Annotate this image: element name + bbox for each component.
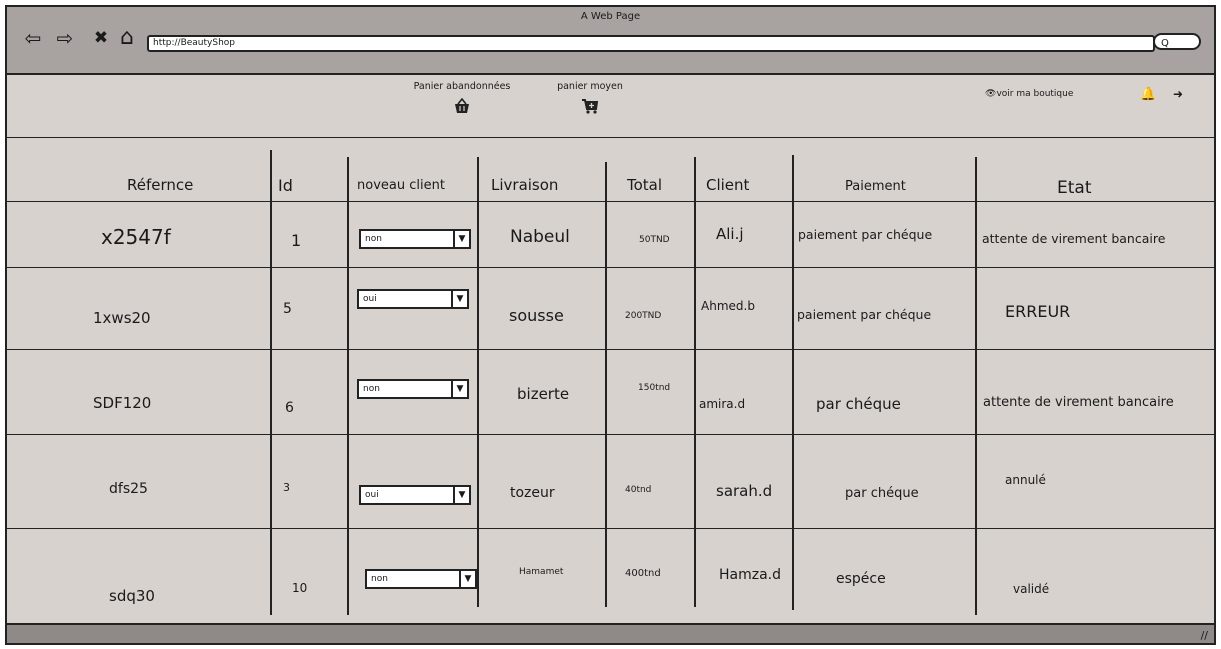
row4-new-client-select[interactable]: oui ▼ [359, 485, 471, 505]
search-icon[interactable]: Q [1153, 33, 1201, 50]
close-icon[interactable]: ✖ [89, 27, 113, 49]
row1-reference: x2547f [101, 225, 171, 249]
average-cart-tool[interactable]: panier moyen [545, 81, 635, 118]
chevron-down-icon: ▼ [453, 231, 469, 247]
row4-reference: dfs25 [109, 481, 148, 497]
row5-id: 10 [292, 581, 308, 595]
row2-reference: 1xws20 [93, 309, 151, 327]
row3-new-client-select[interactable]: non ▼ [357, 379, 469, 399]
column-divider [477, 157, 479, 607]
row3-id: 6 [285, 400, 294, 416]
header-status: Etat [1057, 178, 1092, 198]
row1-new-client-select[interactable]: non ▼ [359, 229, 471, 249]
row3-total: 150tnd [638, 383, 671, 393]
row2-new-client-select[interactable]: oui ▼ [357, 289, 469, 309]
chevron-down-icon: ▼ [459, 571, 475, 587]
row5-payment: espéce [836, 571, 886, 587]
row1-new-client-value: non [365, 234, 382, 244]
row3-new-client-value: non [363, 384, 380, 394]
table-divider [7, 434, 1216, 435]
bell-icon[interactable]: 🔔 [1140, 87, 1156, 102]
cart-plus-icon [545, 98, 635, 118]
row1-payment: paiement par chéque [798, 227, 933, 242]
view-shop-link[interactable]: 👁voir ma boutique [985, 89, 1073, 99]
table-divider [7, 267, 1216, 268]
row4-total: 40tnd [625, 485, 652, 495]
row1-client: Ali.j [716, 225, 744, 243]
row2-id: 5 [283, 301, 292, 317]
chevron-down-icon: ▼ [451, 381, 467, 397]
row2-delivery: sousse [509, 306, 564, 325]
status-bar: // [7, 623, 1214, 643]
eye-icon: 👁 [985, 89, 997, 99]
column-divider [694, 157, 696, 607]
column-divider [975, 157, 977, 615]
address-bar[interactable]: http://BeautyShop [147, 35, 1155, 52]
chevron-down-icon: ▼ [451, 291, 467, 307]
row5-new-client-value: non [371, 574, 388, 584]
logout-icon[interactable]: ➜ [1173, 87, 1183, 101]
row5-total: 400tnd [625, 568, 661, 579]
row4-delivery: tozeur [510, 485, 555, 501]
abandoned-cart-tool[interactable]: Panier abandonnées [402, 81, 522, 118]
row2-new-client-value: oui [363, 294, 377, 304]
row1-id: 1 [291, 231, 302, 250]
basket-icon [402, 97, 522, 118]
row1-delivery: Nabeul [510, 227, 570, 247]
row3-reference: SDF120 [93, 394, 152, 412]
table-divider [7, 201, 1216, 202]
header-total: Total [627, 176, 663, 194]
header-payment: Paiement [845, 179, 906, 194]
row1-total: 50TND [639, 235, 670, 245]
row4-client: sarah.d [716, 482, 773, 500]
forward-arrow-icon[interactable]: ⇨ [53, 27, 77, 49]
row5-reference: sdq30 [109, 587, 155, 605]
browser-window: A Web Page ⇦ ⇨ ✖ ⌂ http://BeautyShop Q P… [5, 5, 1216, 645]
row3-delivery: bizerte [517, 385, 570, 403]
row2-payment: paiement par chéque [797, 307, 932, 322]
row4-id: 3 [283, 481, 290, 494]
row4-payment: par chéque [845, 486, 919, 501]
header-client: Client [706, 176, 750, 194]
resize-grip-icon[interactable]: // [1201, 629, 1208, 642]
row2-client: Ahmed.b [701, 299, 755, 313]
home-icon[interactable]: ⌂ [115, 27, 139, 49]
chevron-down-icon: ▼ [453, 487, 469, 503]
row3-client: amira.d [699, 397, 746, 411]
row5-delivery: Hamamet [519, 567, 564, 577]
row3-payment: par chéque [816, 395, 901, 413]
row2-status: ERREUR [1005, 302, 1071, 321]
window-title: A Web Page [580, 11, 641, 22]
column-divider [270, 150, 272, 615]
toolbar: Panier abandonnées panier moyen 👁voir ma… [7, 75, 1214, 138]
table-divider [7, 349, 1216, 350]
row5-new-client-select[interactable]: non ▼ [365, 569, 477, 589]
title-bar: A Web Page ⇦ ⇨ ✖ ⌂ http://BeautyShop Q [7, 7, 1214, 75]
row4-new-client-value: oui [365, 490, 379, 500]
back-arrow-icon[interactable]: ⇦ [21, 27, 45, 49]
column-divider [605, 162, 607, 607]
row5-status: validé [1013, 582, 1050, 596]
header-delivery: Livraison [491, 176, 559, 194]
abandoned-cart-label: Panier abandonnées [413, 81, 511, 92]
row1-status: attente de virement bancaire [982, 231, 1166, 246]
average-cart-label: panier moyen [557, 81, 623, 92]
column-divider [792, 155, 794, 610]
column-divider [347, 157, 349, 615]
header-id: Id [278, 176, 293, 195]
row2-total: 200TND [625, 311, 662, 321]
row5-client: Hamza.d [719, 567, 782, 583]
view-shop-label: voir ma boutique [996, 89, 1074, 99]
header-new-client: noveau client [357, 178, 445, 193]
row3-status: attente de virement bancaire [983, 395, 1174, 410]
row4-status: annulé [1005, 473, 1046, 487]
table-divider [7, 528, 1216, 529]
header-reference: Réfernce [127, 176, 194, 194]
